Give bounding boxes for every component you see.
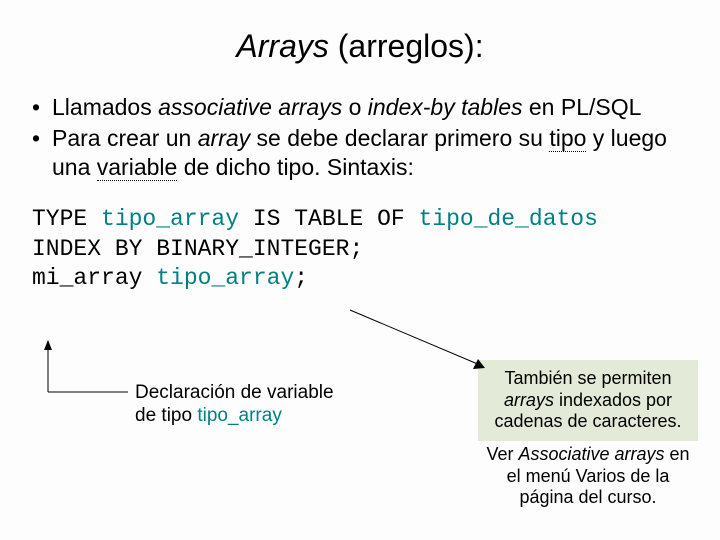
- annotation-declaration: Declaración de variable de tipo tipo_arr…: [135, 382, 334, 428]
- bullet-2: Para crear un array se debe declarar pri…: [32, 124, 688, 182]
- note-reference: Ver Associative arrays en el menú Varios…: [478, 444, 698, 509]
- bullet-list: Llamados associative arrays o index-by t…: [32, 93, 688, 181]
- title-italic: Arrays: [236, 28, 328, 64]
- slide: Arrays (arreglos): Llamados associative …: [0, 0, 720, 540]
- slide-title: Arrays (arreglos):: [32, 28, 688, 65]
- code-block: TYPE tipo_array IS TABLE OF tipo_de_dato…: [32, 205, 688, 293]
- note-box-strings: También se permiten arrays indexados por…: [478, 360, 698, 441]
- bullet-1: Llamados associative arrays o index-by t…: [32, 93, 688, 122]
- title-rest: (arreglos):: [329, 28, 484, 64]
